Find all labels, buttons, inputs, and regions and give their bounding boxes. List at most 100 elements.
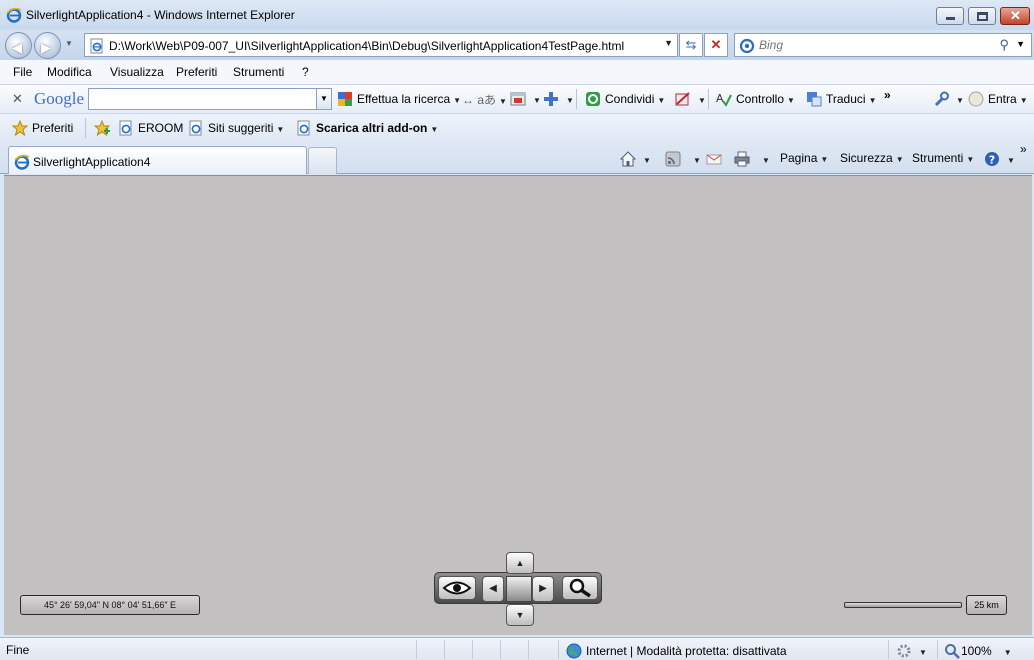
security-zone[interactable]: Internet | Modalità protetta: disattivat… <box>566 643 787 659</box>
script-icon: ↔ aあ <box>462 93 497 107</box>
menu-tools[interactable]: Strumenti <box>233 65 284 79</box>
tools-menu-button[interactable]: Strumenti ▼ <box>912 151 974 165</box>
star-icon <box>12 120 28 136</box>
search-dropdown-icon[interactable]: ▼ <box>1016 39 1025 49</box>
google-search-label: Effettua la ricerca <box>357 92 451 106</box>
title-bar: SilverlightApplication4 - Windows Intern… <box>0 0 1034 30</box>
minimize-button[interactable] <box>936 7 964 25</box>
suggested-sites-button[interactable]: Siti suggeriti ▼ <box>188 120 284 136</box>
toolbar-more-button[interactable]: » <box>884 88 891 102</box>
pan-center-button[interactable] <box>506 576 532 602</box>
scale-bar <box>844 602 962 608</box>
pan-right-button[interactable]: ▶ <box>532 576 554 602</box>
add-button[interactable]: ▼ <box>543 91 574 107</box>
address-dropdown-icon[interactable]: ▼ <box>664 38 673 48</box>
settings-button[interactable]: ▼ <box>933 91 964 107</box>
menu-help[interactable]: ? <box>302 65 309 79</box>
safety-menu-button[interactable]: Sicurezza ▼ <box>840 151 904 165</box>
back-arrow-icon: ◀ <box>12 40 22 55</box>
google-search-input[interactable] <box>88 88 318 110</box>
new-tab-button[interactable] <box>308 147 337 174</box>
print-button[interactable]: ▼ <box>734 151 770 167</box>
commandbar-more-button[interactable]: » <box>1020 142 1027 156</box>
safety-menu-label: Sicurezza <box>840 151 893 165</box>
share-button[interactable]: Condividi ▼ <box>585 91 665 107</box>
user-avatar-icon <box>968 91 984 107</box>
svg-text:A: A <box>716 92 724 105</box>
translate-button[interactable]: Traduci ▼ <box>806 91 877 107</box>
add-favorite-button[interactable] <box>94 120 114 136</box>
home-button[interactable]: ▼ <box>620 151 651 167</box>
zoom-level-button[interactable]: 100% ▼ <box>944 643 1012 659</box>
status-divider <box>558 640 559 659</box>
menu-favorites[interactable]: Preferiti <box>176 65 217 79</box>
menu-edit[interactable]: Modifica <box>47 65 92 79</box>
toolbar-separator <box>708 89 709 109</box>
share-icon <box>586 92 600 106</box>
search-go-icon[interactable]: ⚲ <box>999 37 1009 53</box>
popup-blocker-button[interactable]: ▼ <box>510 91 541 107</box>
protected-mode-button[interactable]: ▼ <box>896 643 927 659</box>
page-menu-label: Pagina <box>780 151 818 165</box>
silverlight-map[interactable]: 45° 26' 59,04" N 08° 04' 51,66" E ◀ ▶ ▲ … <box>4 175 1032 635</box>
maximize-button[interactable] <box>968 7 996 25</box>
google-search-button[interactable]: Effettua la ricerca ▼ <box>337 91 461 107</box>
search-box[interactable]: ⚲ ▼ <box>734 33 1032 57</box>
ie-page-icon <box>119 120 132 136</box>
navigation-bar: ◀ ▶ ▼ D:\Work\Web\P09-007_UI\Silverlight… <box>0 30 1034 60</box>
search-input[interactable] <box>759 37 979 53</box>
tools-menu-label: Strumenti <box>912 151 964 165</box>
ie-page-icon <box>189 120 202 136</box>
signin-button[interactable]: Entra ▼ <box>968 91 1028 107</box>
window-title: SilverlightApplication4 - Windows Intern… <box>26 8 295 22</box>
blocked-button[interactable]: ▼ <box>675 91 706 107</box>
rss-feed-icon <box>665 151 681 167</box>
eye-icon <box>442 581 472 595</box>
stop-button[interactable]: ✕ <box>704 33 728 57</box>
spellcheck-label: Controllo <box>736 92 785 106</box>
feeds-button[interactable]: ▼ <box>665 151 701 167</box>
history-dropdown-icon[interactable]: ▼ <box>65 39 73 48</box>
forward-button[interactable]: ▶ <box>34 32 61 59</box>
status-divider <box>472 640 473 659</box>
tab-bar: SilverlightApplication4 ▼ ▼ ▼ Pagina ▼ Si… <box>0 142 1034 174</box>
menu-view[interactable]: Visualizza <box>110 65 164 79</box>
share-label: Condividi <box>605 92 655 106</box>
spellcheck-button[interactable]: A Controllo ▼ <box>716 91 795 107</box>
translate-script-button[interactable]: ↔ aあ ▼ <box>462 91 507 108</box>
close-button[interactable]: ✕ <box>1000 7 1030 25</box>
svg-text:?: ? <box>989 154 995 167</box>
tab-silverlight[interactable]: SilverlightApplication4 <box>8 146 307 174</box>
pan-left-button[interactable]: ◀ <box>482 576 504 602</box>
favorite-eroom[interactable]: EROOM <box>118 120 183 136</box>
get-addons-label: Scarica altri add-on <box>316 121 428 135</box>
pan-up-button[interactable]: ▲ <box>506 552 534 574</box>
ie-logo-icon <box>6 7 22 23</box>
pan-down-button[interactable]: ▼ <box>506 604 534 626</box>
back-button[interactable]: ◀ <box>5 32 32 59</box>
page-menu-button[interactable]: Pagina ▼ <box>780 151 828 165</box>
address-bar[interactable]: D:\Work\Web\P09-007_UI\SilverlightApplic… <box>84 33 678 57</box>
help-button[interactable]: ? ▼ <box>984 151 1015 167</box>
get-addons-button[interactable]: Scarica altri add-on ▼ <box>296 120 438 136</box>
refresh-button[interactable]: ⇆ <box>679 33 703 57</box>
translate-icon <box>807 92 822 107</box>
zoom-level-label: 100% <box>961 644 992 658</box>
translate-label: Traduci <box>826 92 866 106</box>
menu-file[interactable]: File <box>13 65 32 79</box>
zoom-button[interactable] <box>562 576 598 600</box>
favorite-eroom-label: EROOM <box>138 121 184 135</box>
favorites-button[interactable]: Preferiti <box>12 120 73 136</box>
wrench-icon <box>934 91 949 107</box>
spellcheck-icon: A <box>716 92 732 107</box>
google-search-icon <box>338 92 352 106</box>
address-url[interactable]: D:\Work\Web\P09-007_UI\SilverlightApplic… <box>109 39 624 53</box>
menu-bar: File Modifica Visualizza Preferiti Strum… <box>0 60 1034 85</box>
read-mail-button[interactable] <box>706 151 726 167</box>
google-toolbar: ✕ Google ▼ Effettua la ricerca ▼ ↔ aあ ▼ ▼ … <box>0 85 1034 114</box>
google-search-dropdown[interactable]: ▼ <box>316 88 332 110</box>
view-mode-button[interactable] <box>438 576 476 600</box>
refresh-icon: ⇆ <box>685 37 697 52</box>
toolbar-close-icon[interactable]: ✕ <box>12 91 23 107</box>
signin-label: Entra <box>988 92 1017 106</box>
